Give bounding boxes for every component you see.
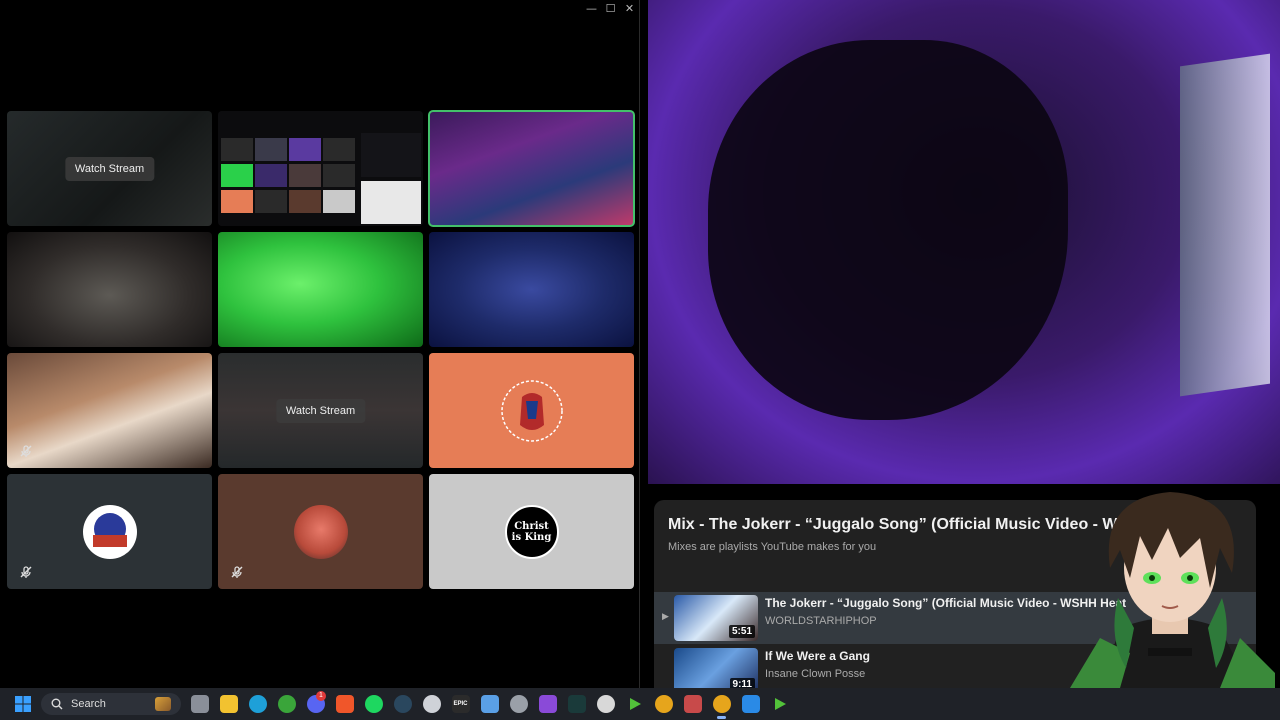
chrome-icon[interactable] bbox=[649, 688, 678, 720]
spotify-icon[interactable] bbox=[359, 688, 388, 720]
settings-gear-icon[interactable] bbox=[591, 688, 620, 720]
watch-stream-button[interactable]: Watch Stream bbox=[275, 398, 366, 423]
participant-avatar bbox=[82, 504, 137, 559]
tile-avatar-face[interactable] bbox=[218, 474, 423, 589]
cat-silhouette bbox=[708, 40, 1068, 420]
tile-participant-couch[interactable] bbox=[7, 353, 212, 468]
channel-name[interactable]: WORLDSTARHIPHOP bbox=[765, 615, 877, 627]
maximize-button[interactable]: ☐ bbox=[601, 0, 620, 18]
terminal-icon[interactable] bbox=[562, 688, 591, 720]
edge-browser-icon[interactable] bbox=[243, 688, 272, 720]
app-m-icon[interactable] bbox=[678, 688, 707, 720]
video-duration: 5:51 bbox=[728, 625, 755, 638]
close-button[interactable]: ✕ bbox=[620, 0, 639, 18]
search-highlight-icon bbox=[155, 697, 171, 711]
tile-participant-headphones[interactable] bbox=[7, 232, 212, 347]
notification-badge: 1 bbox=[316, 691, 326, 701]
xbox-icon[interactable] bbox=[272, 688, 301, 720]
window-controls: — ☐ ✕ bbox=[582, 0, 639, 18]
now-playing-icon: ▶ bbox=[662, 611, 669, 621]
steam-icon[interactable] bbox=[388, 688, 417, 720]
tile-stream-2[interactable]: Watch Stream bbox=[218, 353, 423, 468]
search-icon bbox=[51, 698, 63, 710]
file-explorer-icon[interactable] bbox=[214, 688, 243, 720]
mic-muted-icon bbox=[19, 444, 33, 458]
photos-icon[interactable] bbox=[736, 688, 765, 720]
obs-icon[interactable] bbox=[417, 688, 446, 720]
video-call-window: — ☐ ✕ Watch Stream Watch Stream Christ is … bbox=[0, 0, 640, 688]
windows-start-icon[interactable] bbox=[8, 688, 37, 720]
mic-muted-icon bbox=[230, 565, 244, 579]
desktop: — ☐ ✕ Watch Stream Watch Stream Christ is … bbox=[0, 0, 1280, 720]
task-view-icon[interactable] bbox=[185, 688, 214, 720]
tile-participant-beanie[interactable] bbox=[429, 232, 634, 347]
media-player-icon[interactable] bbox=[620, 688, 649, 720]
tile-stream-1[interactable]: Watch Stream bbox=[7, 111, 212, 226]
brave-browser-icon[interactable] bbox=[330, 688, 359, 720]
windows-taskbar: Search 1 EPIC bbox=[0, 688, 1280, 720]
mic-muted-icon bbox=[19, 565, 33, 579]
media-player-2-icon[interactable] bbox=[765, 688, 794, 720]
avatar-text: Christ is King bbox=[511, 520, 552, 543]
minimize-button[interactable]: — bbox=[582, 0, 601, 18]
participant-grid: Watch Stream Watch Stream Christ is King bbox=[7, 110, 635, 589]
video-thumbnail[interactable]: 5:51 bbox=[674, 595, 758, 641]
active-indicator bbox=[717, 716, 726, 719]
video-thumbnail[interactable]: 9:11 bbox=[674, 648, 758, 688]
participant-avatar: Christ is King bbox=[504, 504, 559, 559]
taskbar-search-box[interactable]: Search bbox=[41, 693, 181, 715]
participant-avatar bbox=[499, 378, 564, 443]
anime-character-overlay bbox=[1070, 492, 1275, 688]
playlist-subtitle: Mixes are playlists YouTube makes for yo… bbox=[668, 541, 877, 553]
chatgpt-icon[interactable] bbox=[504, 688, 533, 720]
tile-participant-bearded[interactable] bbox=[428, 110, 635, 227]
chrome-active-icon[interactable] bbox=[707, 688, 736, 720]
epic-games-icon[interactable]: EPIC bbox=[446, 688, 475, 720]
tile-avatar-spider[interactable] bbox=[429, 353, 634, 468]
search-label: Search bbox=[71, 698, 106, 710]
channel-name[interactable]: Insane Clown Posse bbox=[765, 668, 865, 680]
tile-avatar-christ[interactable]: Christ is King bbox=[429, 474, 634, 589]
webcam-feed bbox=[648, 0, 1280, 484]
notepad-icon[interactable] bbox=[475, 688, 504, 720]
video-duration: 9:11 bbox=[729, 678, 755, 688]
tile-avatar-logo[interactable] bbox=[7, 474, 212, 589]
screen-share-preview bbox=[218, 111, 423, 226]
tile-participant-green[interactable] bbox=[218, 232, 423, 347]
watch-stream-button[interactable]: Watch Stream bbox=[64, 156, 155, 181]
discord-icon[interactable]: 1 bbox=[301, 688, 330, 720]
tile-screen-share[interactable] bbox=[218, 111, 423, 226]
video-editor-icon[interactable] bbox=[533, 688, 562, 720]
video-title[interactable]: If We Were a Gang bbox=[765, 649, 870, 663]
monitor-edge bbox=[1180, 53, 1270, 397]
participant-avatar bbox=[293, 504, 348, 559]
